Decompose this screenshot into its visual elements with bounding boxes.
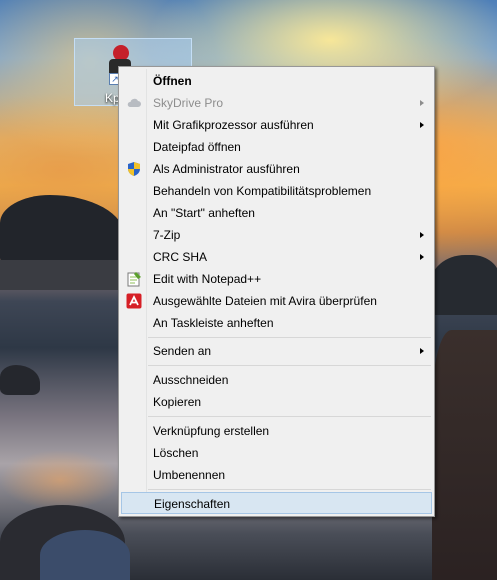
menu-item-label: CRC SHA bbox=[153, 250, 208, 264]
submenu-arrow-icon bbox=[420, 122, 424, 128]
uac-shield-icon bbox=[128, 162, 140, 176]
menu-item-label: Mit Grafikprozessor ausführen bbox=[153, 118, 314, 132]
menu-separator bbox=[148, 365, 431, 366]
menu-item-run-with-gpu[interactable]: Mit Grafikprozessor ausführen bbox=[121, 114, 432, 136]
menu-item-label: An "Start" anheften bbox=[153, 206, 255, 220]
menu-item-open-file-location[interactable]: Dateipfad öffnen bbox=[121, 136, 432, 158]
menu-item-edit-with-notepadpp[interactable]: Edit with Notepad++ bbox=[121, 268, 432, 290]
menu-item-label: Behandeln von Kompatibilitätsproblemen bbox=[153, 184, 372, 198]
submenu-arrow-icon bbox=[420, 100, 424, 106]
menu-separator bbox=[148, 337, 431, 338]
menu-item-label: Dateipfad öffnen bbox=[153, 140, 241, 154]
menu-item-delete[interactable]: Löschen bbox=[121, 442, 432, 464]
menu-item-label: Eigenschaften bbox=[154, 497, 231, 511]
wallpaper-rock bbox=[432, 330, 497, 580]
menu-item-label: Als Administrator ausführen bbox=[153, 162, 300, 176]
menu-item-label: Senden an bbox=[153, 344, 212, 358]
menu-item-label: Ausgewählte Dateien mit Avira überprüfen bbox=[153, 294, 377, 308]
submenu-arrow-icon bbox=[420, 254, 424, 260]
menu-item-label: An Taskleiste anheften bbox=[153, 316, 274, 330]
menu-item-label: SkyDrive Pro bbox=[153, 96, 224, 110]
menu-item-send-to[interactable]: Senden an bbox=[121, 340, 432, 362]
cloud-icon bbox=[127, 98, 141, 107]
menu-item-cut[interactable]: Ausschneiden bbox=[121, 369, 432, 391]
menu-separator bbox=[148, 489, 431, 490]
notepad-plus-plus-icon bbox=[127, 272, 141, 287]
context-menu: Öffnen SkyDrive Pro Mit Grafikprozessor … bbox=[118, 66, 435, 517]
menu-item-7zip[interactable]: 7-Zip bbox=[121, 224, 432, 246]
wallpaper-rock bbox=[40, 530, 130, 580]
menu-item-label: 7-Zip bbox=[153, 228, 181, 242]
menu-item-label: Umbenennen bbox=[153, 468, 226, 482]
avira-icon bbox=[126, 293, 142, 309]
menu-item-pin-to-taskbar[interactable]: An Taskleiste anheften bbox=[121, 312, 432, 334]
menu-item-label: Ausschneiden bbox=[153, 373, 229, 387]
wallpaper-glow bbox=[0, 440, 125, 510]
menu-item-copy[interactable]: Kopieren bbox=[121, 391, 432, 413]
menu-item-open[interactable]: Öffnen bbox=[121, 70, 432, 92]
menu-item-run-as-admin[interactable]: Als Administrator ausführen bbox=[121, 158, 432, 180]
wallpaper-rock bbox=[0, 260, 125, 290]
menu-item-troubleshoot-compatibility[interactable]: Behandeln von Kompatibilitätsproblemen bbox=[121, 180, 432, 202]
submenu-arrow-icon bbox=[420, 348, 424, 354]
menu-separator bbox=[148, 416, 431, 417]
menu-item-avira-scan[interactable]: Ausgewählte Dateien mit Avira überprüfen bbox=[121, 290, 432, 312]
menu-item-rename[interactable]: Umbenennen bbox=[121, 464, 432, 486]
menu-item-label: Verknüpfung erstellen bbox=[153, 424, 270, 438]
submenu-arrow-icon bbox=[420, 232, 424, 238]
menu-item-label: Öffnen bbox=[153, 74, 192, 88]
wallpaper-rock bbox=[430, 255, 497, 315]
menu-item-crc-sha[interactable]: CRC SHA bbox=[121, 246, 432, 268]
menu-item-create-shortcut[interactable]: Verknüpfung erstellen bbox=[121, 420, 432, 442]
menu-item-label: Kopieren bbox=[153, 395, 202, 409]
menu-item-pin-to-start[interactable]: An "Start" anheften bbox=[121, 202, 432, 224]
menu-item-properties[interactable]: Eigenschaften bbox=[121, 492, 432, 514]
menu-item-skydrive-pro[interactable]: SkyDrive Pro bbox=[121, 92, 432, 114]
menu-item-label: Löschen bbox=[153, 446, 199, 460]
menu-item-label: Edit with Notepad++ bbox=[153, 272, 262, 286]
